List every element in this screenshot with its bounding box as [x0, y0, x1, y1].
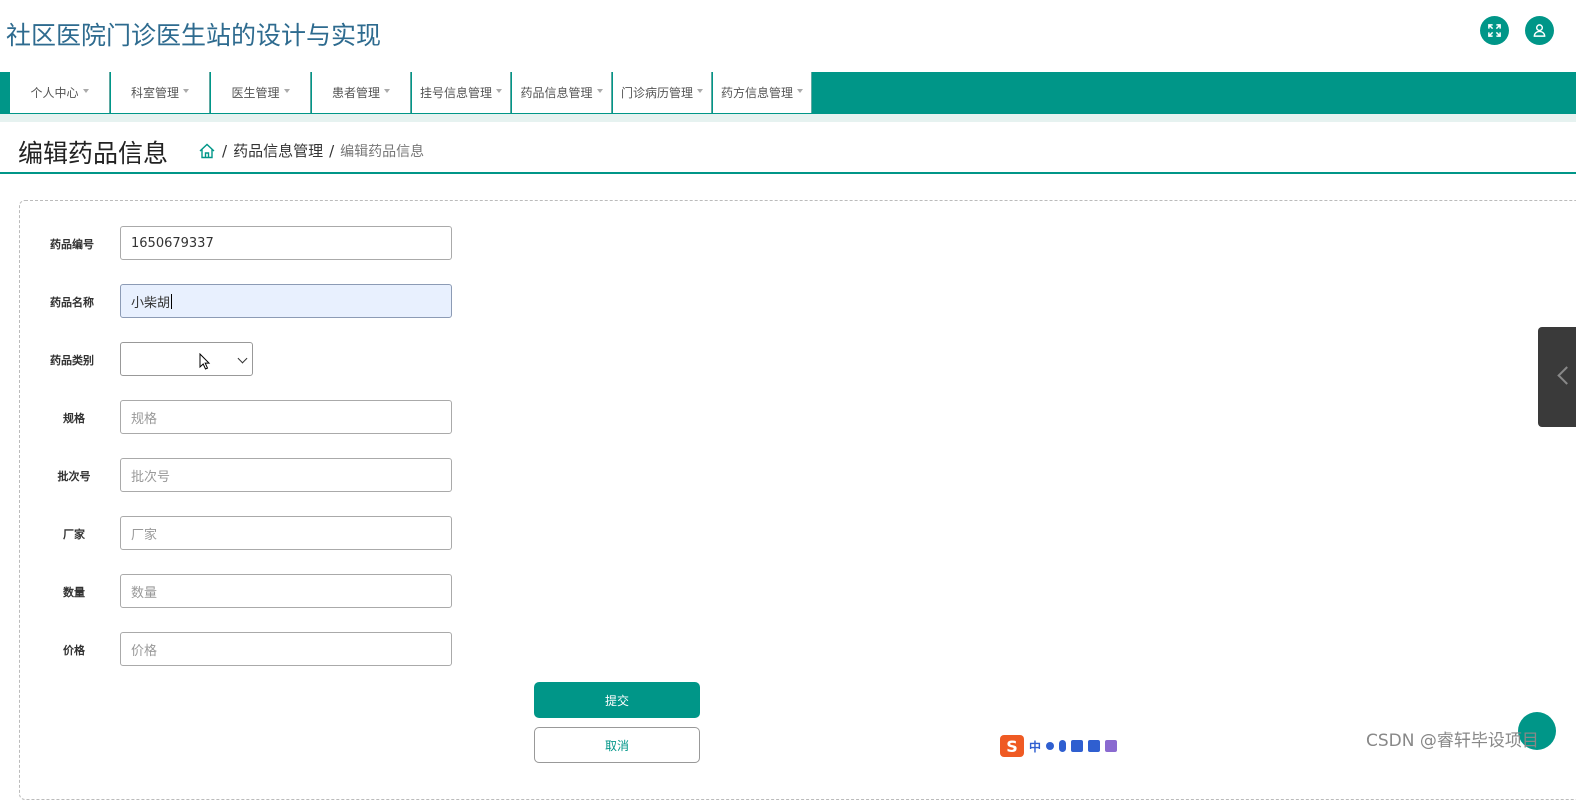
nav-item-doctor[interactable]: 医生管理 [211, 72, 311, 113]
apps-grid-icon[interactable] [1105, 740, 1118, 752]
nav-item-records[interactable]: 门诊病历管理 [613, 72, 712, 113]
shirt-icon[interactable] [1088, 740, 1101, 752]
home-icon[interactable] [198, 142, 216, 160]
qty-label: 数量 [63, 586, 85, 599]
main-nav: 个人中心 科室管理 医生管理 患者管理 挂号信息管理 药品信息管理 门诊病历管理… [0, 72, 1576, 114]
nav-item-prescription[interactable]: 药方信息管理 [713, 72, 812, 113]
price-label: 价格 [63, 644, 85, 657]
nav-label: 患者管理 [331, 86, 380, 100]
chevron-left-icon [1557, 366, 1576, 385]
chevron-down-icon [237, 353, 248, 364]
breadcrumb-current: 编辑药品信息 [340, 143, 425, 160]
spec-label: 规格 [63, 412, 85, 425]
maker-field[interactable]: 厂家 [120, 516, 452, 550]
drug-category-select[interactable] [120, 342, 253, 376]
drug-name-value: 小柴胡 [131, 295, 171, 311]
ime-logo: S [1000, 735, 1024, 757]
drug-category-label: 药品类别 [50, 354, 94, 367]
expand-icon [1488, 24, 1501, 37]
breadcrumb-sep: / [222, 141, 228, 160]
edit-form: 药品编号 1650679337 药品名称 小柴胡 药品类别 规格 规格 批次号 … [19, 200, 1576, 800]
nav-label: 药方信息管理 [720, 86, 793, 100]
watermark: CSDN @睿轩毕设项目 [1366, 731, 1539, 751]
cancel-button[interactable]: 取消 [534, 727, 700, 763]
spec-field[interactable]: 规格 [120, 400, 452, 434]
nav-label: 药品信息管理 [520, 86, 593, 100]
drug-id-label: 药品编号 [50, 238, 94, 251]
nav-item-registration[interactable]: 挂号信息管理 [412, 72, 511, 113]
nav-label: 科室管理 [130, 86, 179, 100]
batch-field[interactable]: 批次号 [120, 458, 452, 492]
caret-down-icon [797, 88, 803, 93]
caret-down-icon [283, 88, 290, 93]
breadcrumb-parent[interactable]: 药品信息管理 [233, 140, 323, 161]
drug-name-label: 药品名称 [50, 296, 94, 309]
keyboard-icon[interactable] [1071, 740, 1084, 752]
caret-down-icon [384, 88, 390, 93]
breadcrumb-sep: / [329, 141, 335, 160]
nav-label: 门诊病历管理 [620, 86, 693, 100]
submit-button[interactable]: 提交 [534, 682, 700, 718]
nav-label: 挂号信息管理 [419, 86, 492, 100]
caret-down-icon [496, 88, 502, 93]
punctuation-icon[interactable] [1046, 742, 1055, 750]
nav-label: 个人中心 [30, 86, 79, 100]
side-panel-toggle[interactable] [1538, 327, 1576, 427]
maker-label: 厂家 [63, 528, 85, 541]
page-header: 编辑药品信息 / 药品信息管理 / 编辑药品信息 [0, 122, 1576, 174]
price-placeholder: 价格 [131, 643, 158, 659]
nav-item-patient[interactable]: 患者管理 [312, 72, 411, 113]
batch-placeholder: 批次号 [131, 469, 171, 485]
drug-name-field[interactable]: 小柴胡 [120, 284, 452, 318]
caret-down-icon [596, 88, 603, 93]
caret-down-icon [697, 88, 703, 93]
price-field[interactable]: 价格 [120, 632, 452, 666]
mouse-cursor-icon [199, 353, 211, 370]
batch-label: 批次号 [57, 470, 91, 483]
user-button[interactable] [1525, 16, 1554, 45]
top-header: 社区医院门诊医生站的设计与实现 [0, 0, 1576, 72]
drug-id-field[interactable]: 1650679337 [120, 226, 452, 260]
microphone-icon[interactable] [1059, 740, 1067, 752]
page-title: 编辑药品信息 [18, 139, 169, 168]
nav-item-department[interactable]: 科室管理 [111, 72, 210, 113]
caret-down-icon [82, 88, 89, 93]
qty-placeholder: 数量 [131, 585, 158, 601]
caret-down-icon [183, 88, 189, 93]
nav-item-personal[interactable]: 个人中心 [10, 72, 110, 113]
nav-underbar [0, 114, 1576, 122]
breadcrumb: / 药品信息管理 / 编辑药品信息 [198, 140, 424, 161]
app-title: 社区医院门诊医生站的设计与实现 [6, 21, 382, 50]
fullscreen-button[interactable] [1480, 16, 1509, 45]
maker-placeholder: 厂家 [131, 527, 158, 543]
nav-label: 医生管理 [231, 86, 280, 100]
spec-placeholder: 规格 [131, 411, 158, 427]
nav-item-drug[interactable]: 药品信息管理 [512, 72, 612, 113]
text-cursor [171, 293, 173, 309]
user-icon [1533, 24, 1546, 37]
ime-toolbar[interactable]: S 中 [998, 734, 1148, 758]
drug-id-value: 1650679337 [131, 235, 214, 251]
qty-field[interactable]: 数量 [120, 574, 452, 608]
ime-mode[interactable]: 中 [1029, 738, 1041, 755]
